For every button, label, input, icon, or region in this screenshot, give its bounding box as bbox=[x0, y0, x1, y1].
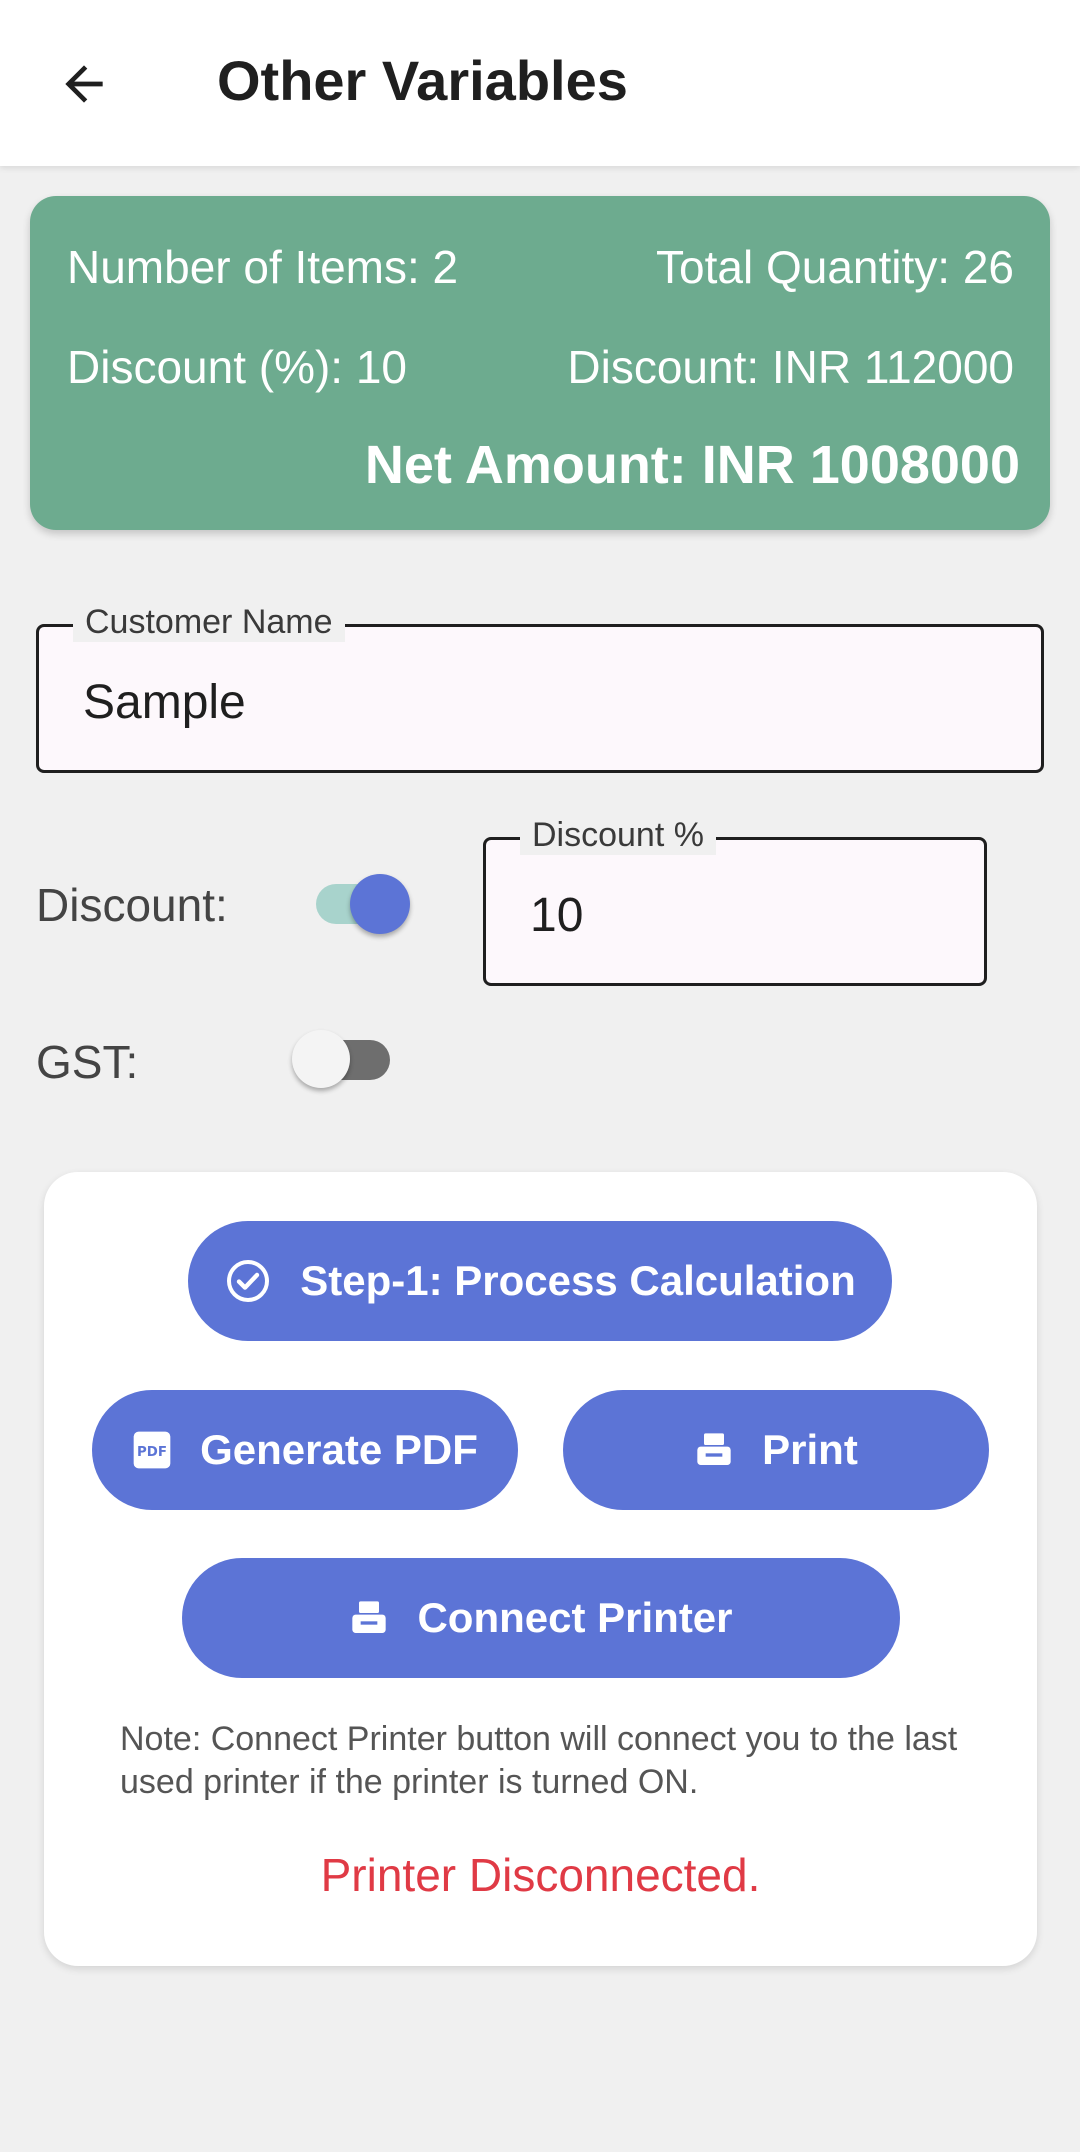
total-quantity: Total Quantity: 26 bbox=[656, 241, 1014, 293]
back-button[interactable] bbox=[40, 40, 128, 128]
customer-name-value: Sample bbox=[83, 676, 246, 729]
actions-card: Step-1: Process Calculation PDF Generate… bbox=[44, 1172, 1037, 1966]
printer-icon bbox=[349, 1598, 389, 1638]
discount-amount-summary: Discount: INR 112000 bbox=[567, 341, 1014, 393]
printer-note: Note: Connect Printer button will connec… bbox=[120, 1720, 958, 1801]
process-calculation-label: Step-1: Process Calculation bbox=[300, 1257, 856, 1304]
items-count: Number of Items: 2 bbox=[67, 241, 459, 293]
print-label: Print bbox=[762, 1426, 858, 1473]
check-circle-icon bbox=[224, 1257, 272, 1305]
gst-label: GST: bbox=[36, 1036, 139, 1088]
generate-pdf-button[interactable]: PDF Generate PDF bbox=[92, 1390, 518, 1510]
page-title: Other Variables bbox=[217, 49, 628, 112]
customer-name-field[interactable]: Customer Name Sample bbox=[36, 603, 1044, 773]
summary-card: Number of Items: 2 Total Quantity: 26 Di… bbox=[30, 196, 1050, 530]
app-bar: Other Variables bbox=[0, 0, 1080, 166]
discount-percent-value: 10 bbox=[530, 889, 584, 942]
generate-pdf-label: Generate PDF bbox=[200, 1426, 478, 1473]
discount-percent-summary: Discount (%): 10 bbox=[67, 341, 408, 393]
process-calculation-button[interactable]: Step-1: Process Calculation bbox=[188, 1221, 892, 1341]
arrow-left-icon bbox=[65, 65, 103, 103]
discount-percent-field[interactable]: Discount % 10 bbox=[483, 816, 987, 986]
discount-label: Discount: bbox=[36, 879, 228, 931]
connect-printer-button[interactable]: Connect Printer bbox=[182, 1558, 900, 1678]
printer-icon bbox=[694, 1430, 734, 1470]
discount-percent-label: Discount % bbox=[520, 816, 716, 855]
discount-toggle[interactable] bbox=[316, 872, 412, 934]
pdf-icon: PDF bbox=[132, 1430, 172, 1470]
printer-status: Printer Disconnected. bbox=[320, 1849, 761, 1901]
svg-text:PDF: PDF bbox=[137, 1445, 167, 1460]
customer-name-label: Customer Name bbox=[73, 603, 345, 642]
net-amount: Net Amount: INR 1008000 bbox=[364, 435, 1020, 495]
gst-toggle-thumb bbox=[292, 1030, 350, 1088]
discount-toggle-thumb bbox=[350, 874, 410, 934]
gst-toggle[interactable] bbox=[292, 1028, 392, 1090]
print-button[interactable]: Print bbox=[563, 1390, 989, 1510]
connect-printer-label: Connect Printer bbox=[417, 1594, 733, 1641]
